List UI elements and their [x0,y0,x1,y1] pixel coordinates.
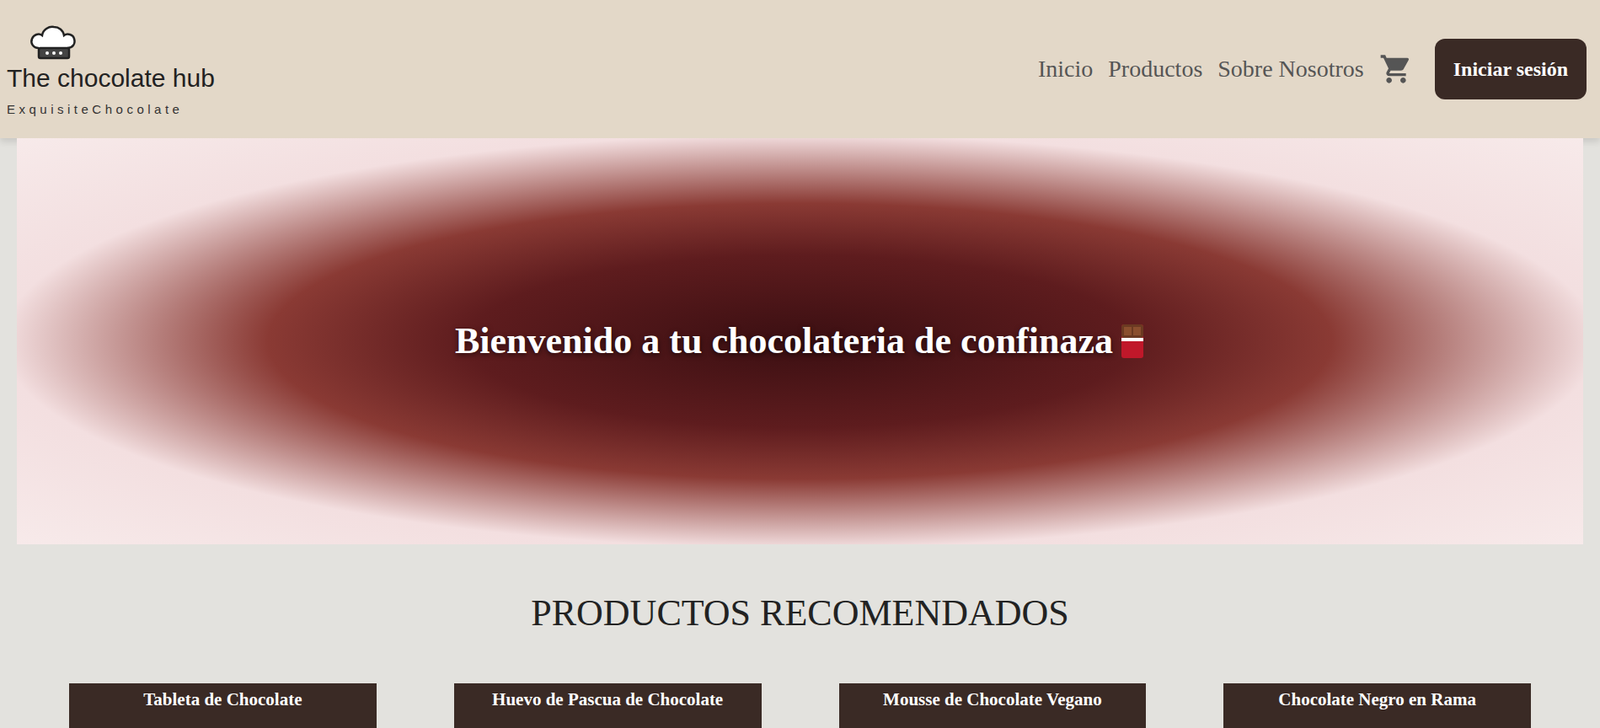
hero: Bienvenido a tu chocolateria de confinaz… [16,138,1584,545]
product-name: Tableta de Chocolate [143,688,302,712]
recommended-section: PRODUCTOS RECOMENDADOS Tableta de Chocola… [0,544,1600,728]
product-card[interactable]: Tableta de Chocolate [69,683,377,728]
nav-link[interactable]: Inicio [1038,51,1093,87]
product-name: Mousse de Chocolate Vegano [882,688,1103,712]
product-card[interactable]: Huevo de Pascua de Chocolate [454,683,762,728]
section-title: PRODUCTOS RECOMENDADOS [530,591,1070,637]
nav-link[interactable]: Sobre Nosotros [1217,51,1364,87]
product-card[interactable]: Mousse de Chocolate Vegano [839,683,1147,728]
brand[interactable]: The chocolate hub ExquisiteChocolate [6,19,215,120]
nav-link[interactable]: Productos [1107,51,1203,87]
hero-title: Bienvenido a tu chocolateria de confinaz… [454,313,1146,370]
page: The chocolate hub ExquisiteChocolate Inici… [0,0,1600,728]
chocolate-bar-icon [1119,322,1146,360]
chef-hat-icon [26,22,81,64]
nav: Inicio Productos Sobre Nosotros Iniciar ses… [1038,38,1587,100]
brand-tagline: ExquisiteChocolate [6,100,183,120]
cart-icon[interactable] [1379,52,1413,86]
product-name: Huevo de Pascua de Chocolate [492,688,723,712]
login-button[interactable]: Iniciar sesión [1434,38,1587,100]
product-grid: Tableta de Chocolate Huevo de Pascua de C… [0,683,1600,728]
product-card[interactable]: Chocolate Negro en Rama [1223,683,1531,728]
product-name: Chocolate Negro en Rama [1278,688,1477,712]
header: The chocolate hub ExquisiteChocolate Inici… [0,0,1600,139]
brand-name: The chocolate hub [6,63,215,94]
